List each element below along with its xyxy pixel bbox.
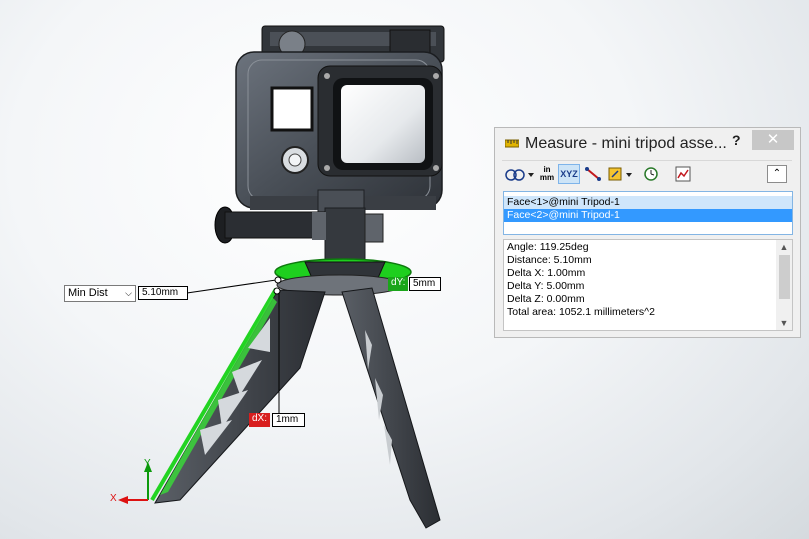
- scroll-up-icon[interactable]: ▲: [776, 240, 792, 254]
- arc-circle-options-button[interactable]: [504, 164, 536, 184]
- help-button[interactable]: ?: [732, 132, 741, 148]
- result-angle: Angle: 119.25deg: [507, 241, 589, 253]
- history-button[interactable]: [640, 164, 662, 184]
- scroll-down-icon[interactable]: ▼: [776, 316, 792, 330]
- selection-list[interactable]: Face<1>@mini Tripod-1 Face<2>@mini Tripo…: [503, 191, 793, 235]
- sensor-button[interactable]: [672, 164, 694, 184]
- dy-value: 5mm: [409, 277, 441, 291]
- selection-item[interactable]: Face<1>@mini Tripod-1: [504, 196, 792, 209]
- measure-title-bar[interactable]: Measure - mini tripod asse... ? ✕: [495, 128, 800, 158]
- arc-circle-options-icon: [505, 169, 534, 181]
- collapse-button[interactable]: ⌃: [767, 165, 787, 183]
- triad-x-label: X: [110, 493, 117, 504]
- measure-tool-icon: [505, 139, 519, 148]
- min-dist-value: 5.10mm: [138, 286, 188, 300]
- units-label-mm: mm: [539, 173, 555, 182]
- result-distance: Distance: 5.10mm: [507, 254, 592, 266]
- dx-tag: dX:: [249, 413, 271, 427]
- dy-tag: dY:: [388, 277, 409, 291]
- sensor-icon: [675, 166, 691, 182]
- dx-value: 1mm: [272, 413, 305, 427]
- result-total-area: Total area: 1052.1 millimeters^2: [507, 306, 655, 318]
- triad-y-label: Y: [144, 458, 151, 469]
- measure-title: Measure - mini tripod asse...: [525, 135, 727, 152]
- results-box[interactable]: Angle: 119.25deg Distance: 5.10mm Delta …: [503, 239, 793, 331]
- point-to-point-icon: [585, 167, 601, 181]
- measure-panel[interactable]: Measure - mini tripod asse... ? ✕ in mm …: [494, 127, 801, 338]
- close-button[interactable]: ✕: [752, 130, 794, 150]
- chevron-up-icon: ⌃: [772, 168, 782, 179]
- point-to-point-button[interactable]: [582, 164, 604, 184]
- scroll-thumb[interactable]: [779, 255, 790, 299]
- camera-body: [235, 51, 443, 210]
- xyz-measure-button[interactable]: XYZ: [558, 164, 580, 184]
- xyz-icon: XYZ: [560, 169, 578, 179]
- tripod-leg-left: [150, 287, 326, 504]
- results-scrollbar[interactable]: ▲ ▼: [776, 240, 792, 330]
- result-delta-x: Delta X: 1.00mm: [507, 267, 586, 279]
- min-dist-dropdown[interactable]: Min Dist ⌵: [64, 285, 136, 302]
- tripod-leg-right: [341, 287, 441, 529]
- chevron-down-icon: ⌵: [125, 288, 132, 298]
- selection-item[interactable]: Face<2>@mini Tripod-1: [504, 209, 792, 222]
- projection-icon: [608, 167, 632, 181]
- units-precision-button[interactable]: in mm: [538, 164, 556, 184]
- result-delta-y: Delta Y: 5.00mm: [507, 280, 585, 292]
- min-dist-dropdown-label: Min Dist: [68, 287, 108, 299]
- result-delta-z: Delta Z: 0.00mm: [507, 293, 585, 305]
- measure-toolbar: in mm XYZ ⌃: [502, 160, 792, 187]
- history-icon: [644, 167, 658, 181]
- projection-button[interactable]: [606, 164, 638, 184]
